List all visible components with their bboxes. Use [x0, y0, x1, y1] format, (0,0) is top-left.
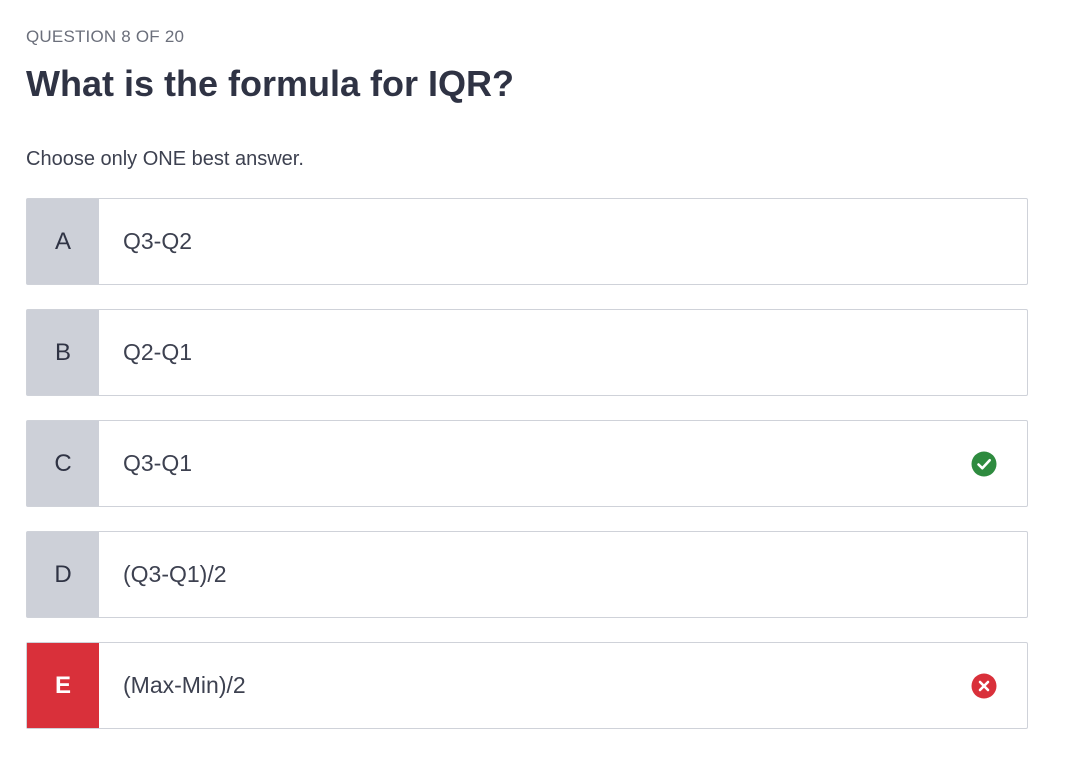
answer-options: A Q3-Q2 B Q2-Q1 C Q3-Q1 D (Q3-Q1)/2 E (M…: [26, 198, 1028, 753]
answer-option-e[interactable]: E (Max-Min)/2: [26, 642, 1028, 729]
answer-option-a[interactable]: A Q3-Q2: [26, 198, 1028, 285]
option-text: (Max-Min)/2: [123, 672, 246, 698]
option-letter: A: [27, 199, 99, 284]
question-counter: QUESTION 8 OF 20: [26, 27, 185, 46]
question-title: What is the formula for IQR?: [26, 63, 515, 104]
option-letter: C: [27, 421, 99, 506]
option-text: Q2-Q1: [123, 339, 193, 365]
option-letter: D: [27, 532, 99, 617]
answer-option-b[interactable]: B Q2-Q1: [26, 309, 1028, 396]
option-text: (Q3-Q1)/2: [123, 561, 227, 587]
option-letter: E: [27, 643, 99, 728]
answer-option-c[interactable]: C Q3-Q1: [26, 420, 1028, 507]
answer-option-d[interactable]: D (Q3-Q1)/2: [26, 531, 1028, 618]
question-instruction: Choose only ONE best answer.: [26, 148, 304, 170]
check-circle-icon: [971, 451, 997, 476]
option-letter: B: [27, 310, 99, 395]
option-text: Q3-Q1: [123, 450, 193, 476]
option-text: Q3-Q2: [123, 228, 193, 254]
x-circle-icon: [971, 673, 997, 698]
